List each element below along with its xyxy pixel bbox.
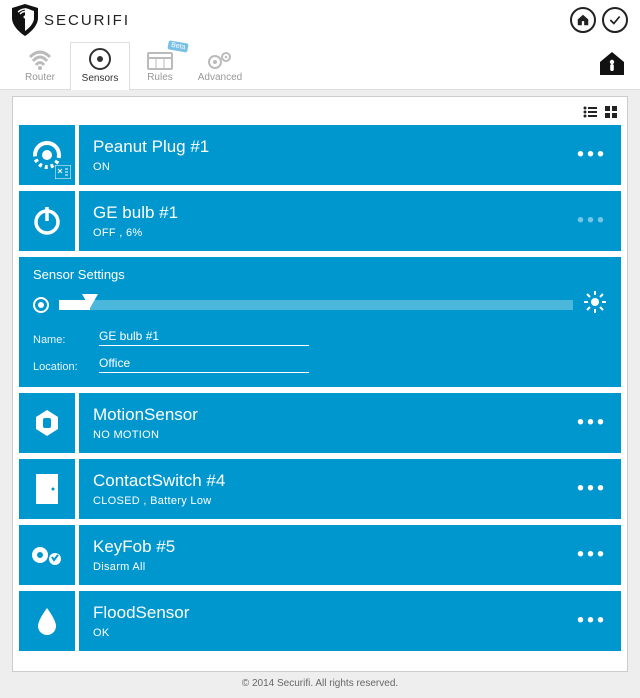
sensor-card[interactable]: MotionSensor NO MOTION ••• bbox=[19, 393, 621, 453]
brand-logo: SECURIFI bbox=[12, 4, 130, 36]
motion-icon bbox=[19, 393, 75, 453]
keyfob-icon bbox=[19, 525, 75, 585]
sensor-status: OFF , 6% bbox=[93, 227, 178, 239]
sensor-title: MotionSensor bbox=[93, 405, 198, 425]
power-toggle[interactable] bbox=[33, 297, 49, 313]
footer-text: © 2014 Securifi. All rights reserved. bbox=[0, 672, 640, 695]
sensor-status: CLOSED , Battery Low bbox=[93, 495, 225, 507]
remote-badge-icon bbox=[55, 165, 71, 184]
sensor-title: GE bulb #1 bbox=[93, 203, 178, 223]
location-label: Location: bbox=[33, 361, 85, 373]
check-icon bbox=[608, 13, 622, 27]
brightness-icon bbox=[583, 290, 607, 319]
list-view-button[interactable] bbox=[583, 105, 601, 121]
tab-rules[interactable]: Beta Rules bbox=[130, 46, 190, 89]
tab-advanced[interactable]: Advanced bbox=[190, 46, 250, 89]
sensor-card[interactable]: KeyFob #5 Disarm All ••• bbox=[19, 525, 621, 585]
sensor-card[interactable]: ContactSwitch #4 CLOSED , Battery Low ••… bbox=[19, 459, 621, 519]
sensor-title: ContactSwitch #4 bbox=[93, 471, 225, 491]
settings-heading: Sensor Settings bbox=[33, 267, 607, 282]
sensor-card[interactable]: GE bulb #1 OFF , 6% ••• bbox=[19, 191, 621, 251]
more-button[interactable]: ••• bbox=[577, 144, 607, 167]
shield-icon bbox=[12, 4, 38, 36]
tab-sensors[interactable]: Sensors bbox=[70, 42, 130, 90]
sensor-title: KeyFob #5 bbox=[93, 537, 175, 557]
sensor-card[interactable]: FloodSensor OK ••• bbox=[19, 591, 621, 651]
sensors-panel: Peanut Plug #1 ON ••• GE bulb #1 OFF , 6… bbox=[12, 96, 628, 672]
more-button[interactable]: ••• bbox=[577, 544, 607, 567]
name-field[interactable]: GE bulb #1 bbox=[99, 329, 309, 346]
more-button[interactable]: ••• bbox=[577, 412, 607, 435]
sensor-status: NO MOTION bbox=[93, 429, 198, 441]
tab-label: Rules bbox=[130, 72, 190, 83]
home-icon bbox=[576, 13, 590, 27]
sensor-title: Peanut Plug #1 bbox=[93, 137, 209, 157]
tab-label: Advanced bbox=[190, 72, 250, 83]
grid-view-button[interactable] bbox=[605, 105, 617, 121]
calendar-icon bbox=[147, 50, 173, 70]
tab-router[interactable]: Router bbox=[10, 46, 70, 89]
sensor-settings-panel: Sensor Settings Name: GE bulb #1 Locatio… bbox=[19, 257, 621, 387]
tab-label: Router bbox=[10, 72, 70, 83]
door-icon bbox=[19, 459, 75, 519]
location-field[interactable]: Office bbox=[99, 356, 309, 373]
presence-icon[interactable] bbox=[598, 50, 626, 81]
gears-icon bbox=[207, 50, 233, 70]
home-button[interactable] bbox=[570, 7, 596, 33]
sensor-title: FloodSensor bbox=[93, 603, 189, 623]
sensor-status: ON bbox=[93, 161, 209, 173]
more-button[interactable]: ••• bbox=[577, 210, 607, 233]
sensor-status: OK bbox=[93, 627, 189, 639]
sensor-status: Disarm All bbox=[93, 561, 175, 573]
confirm-button[interactable] bbox=[602, 7, 628, 33]
tab-label: Sensors bbox=[71, 73, 129, 84]
water-drop-icon bbox=[19, 591, 75, 651]
more-button[interactable]: ••• bbox=[577, 610, 607, 633]
sensor-icon bbox=[88, 47, 112, 71]
brand-text: SECURIFI bbox=[44, 12, 130, 29]
sensor-card[interactable]: Peanut Plug #1 ON ••• bbox=[19, 125, 621, 185]
wifi-icon bbox=[28, 50, 52, 70]
name-label: Name: bbox=[33, 334, 85, 346]
power-icon bbox=[19, 191, 75, 251]
more-button[interactable]: ••• bbox=[577, 478, 607, 501]
plug-icon bbox=[19, 125, 75, 185]
brightness-slider[interactable] bbox=[59, 300, 573, 310]
